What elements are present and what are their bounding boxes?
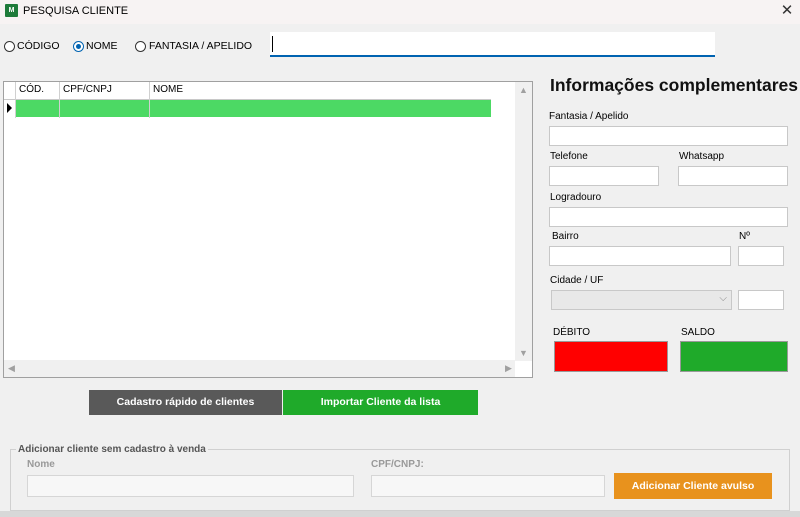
telefone-label: Telefone (550, 151, 588, 162)
avulso-nome-label: Nome (27, 459, 55, 470)
chevron-down-icon: ⌵ (719, 293, 727, 304)
logradouro-label: Logradouro (550, 192, 602, 203)
search-input[interactable] (270, 32, 715, 57)
whatsapp-field[interactable] (678, 166, 788, 186)
column-header-nome[interactable]: NOME (153, 84, 183, 95)
telefone-field[interactable] (549, 166, 659, 186)
radio-codigo[interactable] (4, 41, 15, 52)
fantasia-label: Fantasia / Apelido (549, 111, 629, 122)
scroll-right-icon[interactable]: ▶ (505, 363, 512, 374)
bairro-field[interactable] (549, 246, 731, 266)
importar-cliente-button[interactable]: Importar Cliente da lista (283, 390, 478, 415)
scroll-left-icon[interactable]: ◀ (8, 363, 15, 374)
numero-field[interactable] (738, 246, 784, 266)
app-icon: M (5, 4, 18, 17)
uf-field[interactable] (738, 290, 784, 310)
horizontal-scrollbar[interactable]: ◀ ▶ (4, 360, 515, 377)
numero-label: Nº (739, 231, 750, 242)
bairro-label: Bairro (552, 231, 579, 242)
cadastro-rapido-button[interactable]: Cadastro rápido de clientes (89, 390, 282, 415)
text-caret (272, 36, 273, 52)
whatsapp-label: Whatsapp (679, 151, 725, 162)
radio-nome[interactable] (73, 41, 84, 52)
saldo-value-box (680, 341, 788, 372)
avulso-group-title: Adicionar cliente sem cadastro à venda (16, 444, 208, 455)
radio-codigo-label[interactable]: CÓDIGO (17, 40, 60, 52)
radio-nome-label[interactable]: NOME (86, 40, 118, 52)
window-title: PESQUISA CLIENTE (23, 5, 129, 17)
row-pointer-icon (7, 103, 12, 113)
column-divider (59, 82, 60, 118)
logradouro-field[interactable] (549, 207, 788, 227)
debito-value-box (554, 341, 668, 372)
column-header-cpf-cnpj[interactable]: CPF/CNPJ (63, 84, 112, 95)
scroll-up-icon[interactable]: ▲ (519, 85, 528, 95)
avulso-cpf-field[interactable] (371, 475, 605, 497)
client-grid[interactable]: CÓD. CPF/CNPJ NOME ▲ ▼ ◀ ▶ (3, 81, 533, 378)
avulso-nome-field[interactable] (27, 475, 354, 497)
taskbar-strip (0, 511, 800, 517)
debito-label: DÉBITO (553, 327, 591, 338)
info-title: Informações complementares (550, 75, 799, 95)
table-row[interactable] (15, 100, 491, 117)
vertical-scrollbar[interactable]: ▲ ▼ (515, 82, 532, 361)
close-button[interactable]: ✕ (776, 1, 798, 21)
saldo-label: SALDO (681, 327, 715, 338)
grid-header: CÓD. CPF/CNPJ NOME (4, 82, 491, 100)
fantasia-field[interactable] (549, 126, 788, 146)
column-divider (149, 82, 150, 118)
radio-fantasia[interactable] (135, 41, 146, 52)
cidade-uf-label: Cidade / UF (550, 275, 604, 286)
adicionar-cliente-avulso-button[interactable]: Adicionar Cliente avulso (614, 473, 772, 499)
column-header-cod[interactable]: CÓD. (19, 84, 44, 95)
avulso-cpf-label: CPF/CNPJ: (371, 459, 424, 470)
radio-fantasia-label[interactable]: FANTASIA / APELIDO (149, 40, 252, 52)
column-divider (15, 82, 16, 118)
cidade-select[interactable]: ⌵ (551, 290, 732, 310)
scroll-down-icon[interactable]: ▼ (519, 348, 528, 358)
